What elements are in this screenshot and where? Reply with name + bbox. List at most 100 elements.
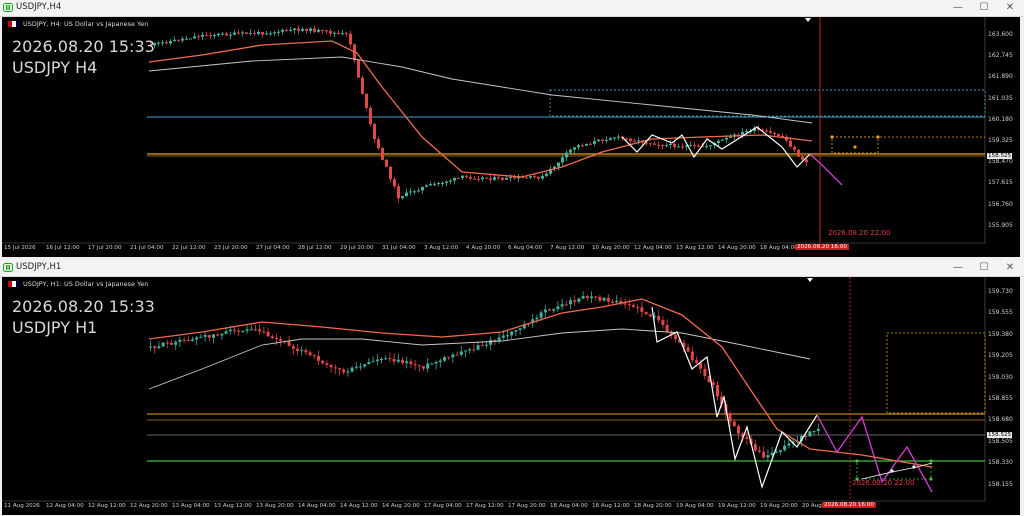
candle-body	[221, 33, 224, 35]
chart-window-h4: USDJPY,H4 — ☐ ✕ USDJPY, H4: US Dollar vs…	[0, 0, 1024, 258]
candle-body	[561, 157, 564, 163]
candle-body	[329, 31, 332, 34]
candle-body	[615, 300, 619, 303]
time-tick-label: 17 Aug 12:00	[466, 503, 504, 509]
candle-body	[732, 421, 736, 426]
candle-body	[721, 139, 724, 141]
candle-body	[472, 349, 476, 351]
candle-body	[711, 382, 715, 385]
candle-body	[623, 303, 627, 305]
maximize-button[interactable]: ☐	[974, 261, 994, 275]
candle-body	[636, 306, 640, 308]
candle-body	[425, 185, 428, 187]
candle-body	[237, 32, 240, 34]
candle-body	[273, 32, 276, 34]
titlebar-h1[interactable]: USDJPY,H1 — ☐ ✕	[0, 260, 1024, 277]
candle-body	[293, 28, 296, 30]
time-tick-label: 15 Jul 2026	[4, 245, 36, 251]
candle-body	[585, 143, 588, 146]
candle-body	[465, 175, 468, 177]
candle-body	[449, 180, 452, 182]
candle-body	[217, 33, 220, 36]
candle-body	[438, 360, 442, 362]
time-tick-label: 29 Jul 20:00	[340, 245, 374, 251]
candle-body	[157, 42, 160, 44]
minimize-button[interactable]: —	[948, 1, 968, 15]
price-tick-label: 158.330	[988, 459, 1013, 467]
candle-body	[321, 29, 324, 31]
candle-body	[277, 31, 280, 33]
symbol-timeframe-label: USDJPY H1	[12, 318, 98, 337]
candle-body	[447, 357, 451, 359]
candle-body	[333, 32, 336, 34]
candle-body	[808, 431, 812, 437]
candle-body	[489, 178, 492, 180]
candle-body	[161, 342, 165, 347]
candle-body	[396, 359, 400, 362]
price-tick-label: 158.855	[988, 395, 1013, 402]
candle-body	[305, 28, 308, 31]
time-tick-label: 28 Jul 12:00	[298, 245, 332, 251]
candle-body	[717, 140, 720, 144]
price-chart-h1[interactable]: USDJPY, H1: US Dollar vs Japanese Yen 20…	[2, 277, 1020, 515]
candle-body	[157, 346, 161, 349]
candle-body	[590, 296, 593, 299]
candle-body	[525, 177, 528, 179]
candle-body	[281, 29, 284, 32]
close-button[interactable]: ✕	[1000, 261, 1020, 275]
candle-body	[173, 39, 176, 42]
candle-body	[606, 297, 610, 302]
symbol-timeframe-label: USDJPY H4	[12, 58, 98, 77]
symbol-description: USDJPY, H4: US Dollar vs Japanese Yen	[23, 20, 149, 28]
candle-body	[207, 334, 211, 338]
candle-body	[593, 141, 596, 144]
marker-dot	[929, 477, 933, 481]
candle-body	[357, 60, 360, 78]
candle-body	[801, 156, 804, 160]
candle-body	[766, 455, 770, 458]
candle-body	[201, 34, 204, 37]
candle-body	[501, 335, 505, 338]
candle-body	[518, 328, 522, 330]
candle-body	[265, 33, 268, 35]
time-tick-label: 14 Aug 20:00	[382, 503, 420, 509]
time-tick-label: 4 Aug 20:00	[466, 245, 501, 251]
time-tick-label: 12 Aug 04:00	[634, 245, 672, 251]
candle-body	[597, 139, 600, 142]
marker-dot	[890, 469, 894, 473]
price-tick-label: 155.905	[988, 221, 1013, 229]
price-chart-h4[interactable]: USDJPY, H4: US Dollar vs Japanese Yen 20…	[2, 17, 1020, 257]
candle-body	[476, 345, 480, 350]
candle-body	[602, 297, 606, 301]
candle-body	[169, 41, 172, 44]
minimize-button[interactable]: —	[948, 261, 968, 275]
candle-body	[417, 190, 420, 192]
candle-body	[773, 132, 776, 135]
marker-dot	[929, 459, 933, 463]
time-tick-label: 6 Aug 04:00	[508, 245, 543, 251]
time-tick-label: 17 Aug 20:00	[508, 503, 546, 509]
time-tick-label: 18 Aug 20:00	[634, 503, 672, 509]
candle-body	[644, 311, 648, 315]
candle-body	[703, 368, 707, 377]
candle-body	[269, 33, 272, 35]
zone-rect-blue	[549, 89, 986, 117]
price-tick-label: 158.680	[988, 416, 1013, 424]
candle-body	[573, 300, 577, 302]
candle-body	[257, 31, 260, 34]
candle-body	[422, 366, 425, 369]
candle-body	[262, 331, 266, 333]
candle-body	[557, 162, 560, 167]
titlebar-h4[interactable]: USDJPY,H4 — ☐ ✕	[0, 0, 1024, 17]
candle-body	[493, 177, 496, 180]
candle-body	[338, 368, 341, 370]
candle-body	[195, 337, 199, 340]
candle-body	[350, 367, 354, 372]
vertical-line-label: 2026.08.20 22:00	[828, 229, 891, 237]
maximize-button[interactable]: ☐	[974, 1, 994, 15]
time-tick-label: 16 Jul 12:00	[46, 245, 80, 251]
candle-body	[657, 316, 661, 321]
chart-window-h1: USDJPY,H1 — ☐ ✕ USDJPY, H1: US Dollar vs…	[0, 260, 1024, 516]
price-tick-label: 163.600	[988, 31, 1013, 38]
close-button[interactable]: ✕	[1000, 1, 1020, 15]
